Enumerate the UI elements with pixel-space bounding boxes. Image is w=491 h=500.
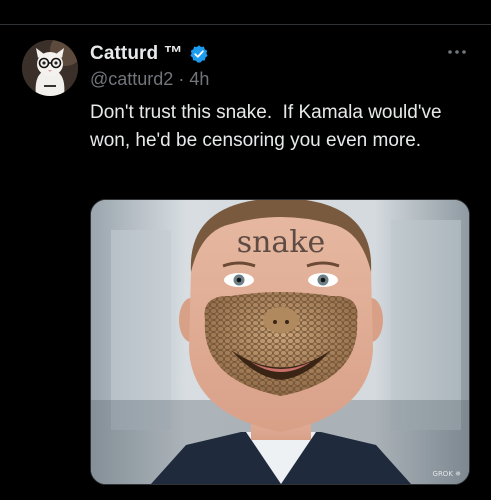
grok-watermark: GROK ✵ xyxy=(432,470,461,478)
tweet-text: Don't trust this snake. If Kamala would'… xyxy=(90,102,447,151)
previous-tweet-action-bar xyxy=(0,0,491,25)
tweet-timestamp[interactable]: 4h xyxy=(189,69,209,89)
avatar[interactable] xyxy=(22,40,78,96)
like-icon[interactable] xyxy=(265,0,283,4)
meta-separator: · xyxy=(178,69,185,89)
share-icon[interactable] xyxy=(448,0,466,4)
views-icon[interactable] xyxy=(352,0,370,4)
author-name-row: Catturd ™ xyxy=(90,42,209,66)
retweet-icon[interactable] xyxy=(180,0,198,4)
reply-icon[interactable] xyxy=(92,0,110,4)
more-options-icon[interactable] xyxy=(445,45,469,57)
author-meta: @catturd2 · 4h xyxy=(90,69,209,90)
tweet-media-image[interactable]: snake GROK ✵ xyxy=(90,199,470,485)
author-handle[interactable]: @catturd2 xyxy=(90,69,173,89)
forehead-text: snake xyxy=(237,225,326,260)
tweet[interactable]: Catturd ™ @catturd2 · 4h Don't trust thi… xyxy=(0,25,491,500)
verified-badge-icon xyxy=(189,44,209,64)
author-display-name[interactable]: Catturd ™ xyxy=(90,43,183,65)
